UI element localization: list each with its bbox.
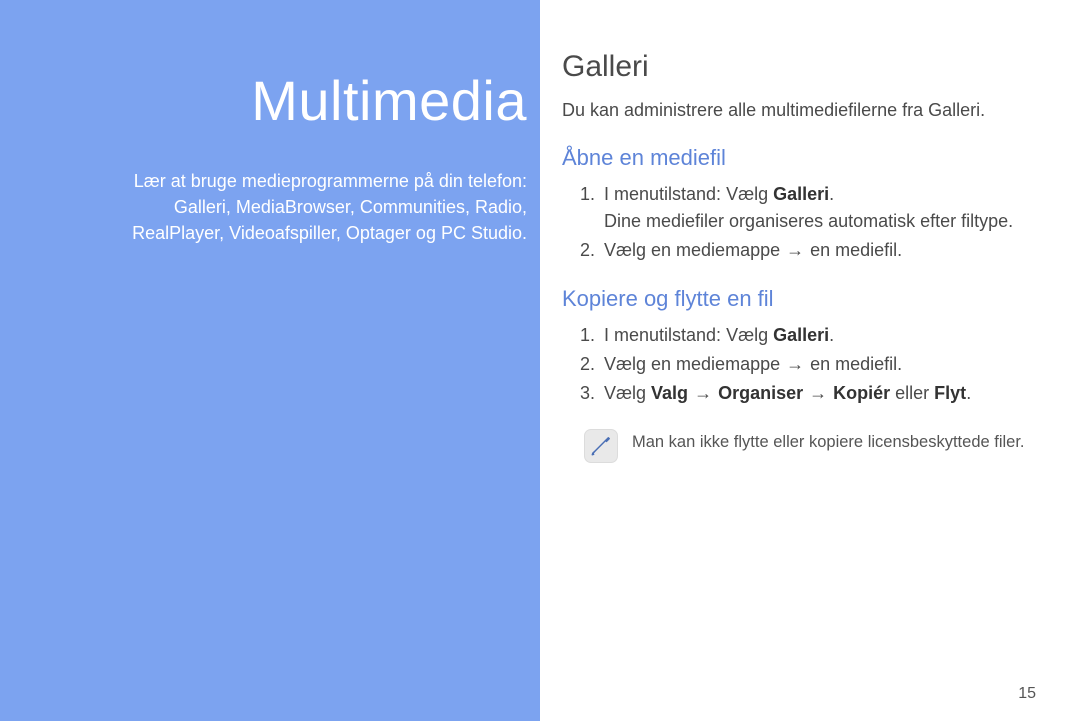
step-item: Vælg en mediemappe → en mediefil.	[600, 237, 1050, 264]
section-intro: Du kan administrere alle multimediefiler…	[562, 98, 1050, 123]
step-item: Vælg en mediemappe → en mediefil.	[600, 351, 1050, 378]
chapter-description: Lær at bruge medieprogrammerne på din te…	[20, 168, 527, 246]
subsection-heading: Kopiere og flytte en fil	[562, 286, 1050, 312]
steps-list: I menutilstand: Vælg Galleri. Vælg en me…	[600, 322, 1050, 407]
step-text: .	[829, 184, 834, 204]
arrow-icon: →	[785, 354, 805, 374]
step-subtext: Dine mediefiler organiseres automatisk e…	[604, 211, 1013, 231]
arrow-icon: →	[785, 240, 805, 260]
desc-line: Galleri, MediaBrowser, Communities, Radi…	[174, 197, 527, 217]
right-panel: Galleri Du kan administrere alle multime…	[540, 0, 1080, 721]
step-text: Vælg en mediemappe	[604, 240, 785, 260]
desc-line: RealPlayer, Videoafspiller, Optager og P…	[132, 223, 527, 243]
step-text: I menutilstand: Vælg	[604, 184, 773, 204]
left-panel: Multimedia Lær at bruge medieprogrammern…	[0, 0, 540, 721]
step-bold: Galleri	[773, 325, 829, 345]
step-text: .	[966, 383, 971, 403]
arrow-icon: →	[688, 383, 718, 403]
step-text: I menutilstand: Vælg	[604, 325, 773, 345]
step-bold: Valg	[651, 383, 688, 403]
desc-line: Lær at bruge medieprogrammerne på din te…	[134, 171, 527, 191]
step-text: Vælg	[604, 383, 651, 403]
note-text: Man kan ikke flytte eller kopiere licens…	[632, 429, 1025, 454]
note-icon	[584, 429, 618, 463]
step-text: .	[829, 325, 834, 345]
step-text: en mediefil.	[805, 240, 902, 260]
steps-list: I menutilstand: Vælg Galleri. Dine medie…	[600, 181, 1050, 264]
step-bold: Kopiér	[833, 383, 890, 403]
page-number: 15	[1018, 685, 1036, 703]
step-item: Vælg Valg → Organiser → Kopiér eller Fly…	[600, 380, 1050, 407]
step-item: I menutilstand: Vælg Galleri.	[600, 322, 1050, 349]
note-callout: Man kan ikke flytte eller kopiere licens…	[584, 429, 1050, 463]
subsection-heading: Åbne en mediefil	[562, 145, 1050, 171]
section-heading: Galleri	[562, 50, 1050, 84]
step-item: I menutilstand: Vælg Galleri. Dine medie…	[600, 181, 1050, 235]
step-text: en mediefil.	[805, 354, 902, 374]
step-text: eller	[890, 383, 934, 403]
step-bold: Flyt	[934, 383, 966, 403]
arrow-icon: →	[803, 383, 833, 403]
document-page: Multimedia Lær at bruge medieprogrammern…	[0, 0, 1080, 721]
step-bold: Organiser	[718, 383, 803, 403]
step-text: Vælg en mediemappe	[604, 354, 785, 374]
chapter-title: Multimedia	[251, 68, 527, 133]
step-bold: Galleri	[773, 184, 829, 204]
